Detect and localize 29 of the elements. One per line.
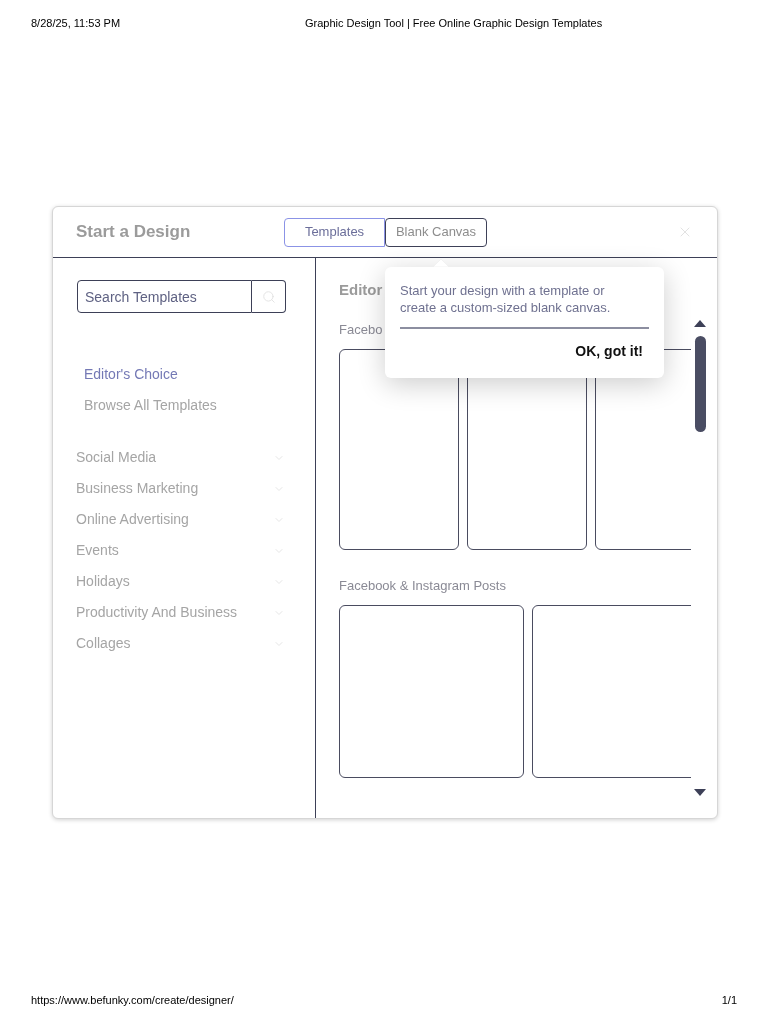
category-item[interactable]: Online Advertising (76, 509, 189, 530)
scroll-up-icon[interactable] (694, 320, 706, 327)
search-icon (261, 289, 276, 304)
category-item[interactable]: Events (76, 540, 119, 561)
section-title: Facebo (339, 322, 383, 338)
content-heading: Editor (339, 281, 383, 299)
sidebar-link[interactable]: Editor's Choice (84, 364, 178, 385)
tab[interactable]: Blank Canvas (385, 217, 487, 247)
page-number: 1/1 (721, 993, 737, 1007)
category-item[interactable]: Business Marketing (76, 478, 199, 499)
section-title: Facebook & Instagram Posts (339, 578, 506, 594)
category-item[interactable]: Productivity And Business (76, 602, 238, 623)
category-item[interactable]: Social Media (76, 447, 157, 468)
sidebar-link[interactable]: Browse All Templates (84, 395, 217, 416)
search-button[interactable] (252, 280, 286, 313)
print-date: 8/28/25, 11:53 PM (31, 16, 122, 30)
category-item[interactable]: Holidays (76, 571, 130, 592)
page-title: Graphic Design Tool | Free Online Graphic Design Templates (305, 16, 603, 30)
category-item[interactable]: Collages (76, 633, 131, 654)
dialog-title: Start a Design (76, 221, 192, 244)
scroll-down-icon[interactable] (694, 789, 706, 796)
ok-button[interactable]: OK, got it! (575, 341, 643, 362)
page-url: https://www.befunky.com/create/designer/ (31, 993, 234, 1007)
scrollbar-thumb[interactable] (695, 336, 706, 432)
tab[interactable]: Templates (284, 217, 385, 247)
search-field[interactable]: Search Templates (77, 280, 252, 313)
popover-message: Start your design with a template or create a custom-sized blank canvas. (400, 282, 612, 316)
template-card[interactable] (339, 349, 459, 550)
template-card[interactable] (339, 605, 524, 778)
